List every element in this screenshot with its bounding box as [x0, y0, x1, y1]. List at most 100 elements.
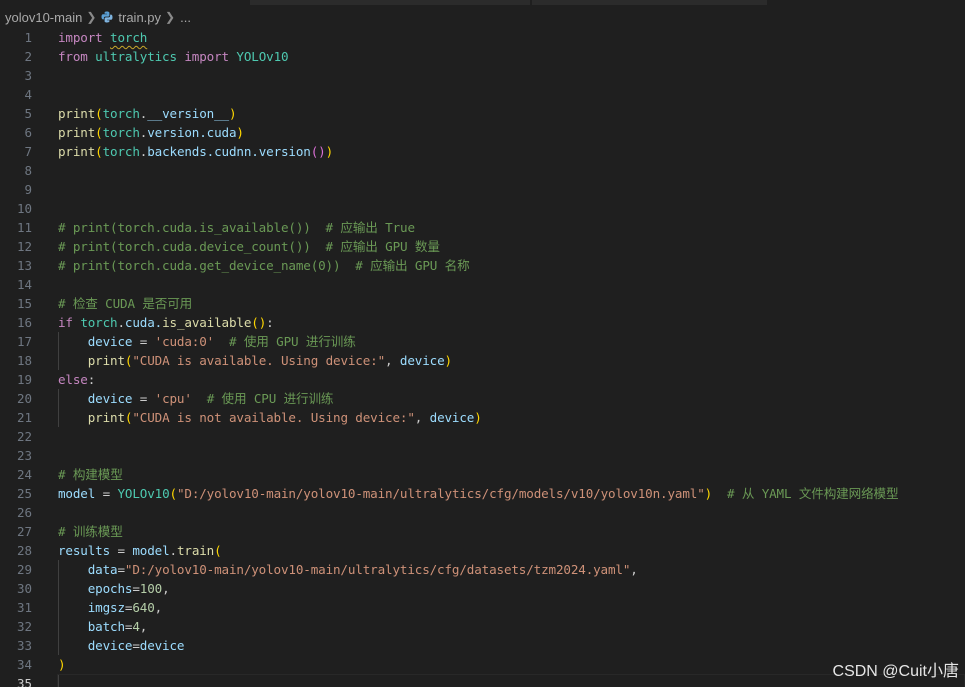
attribute: version.cuda [147, 125, 237, 140]
code-line: 6 print(torch.version.cuda) [0, 123, 965, 142]
chevron-right-icon: ❯ [86, 10, 97, 24]
number: 4 [132, 619, 140, 634]
comment: # print(torch.cuda.is_available()) # 应输出… [58, 220, 415, 235]
code-line: 33 device=device [0, 636, 965, 655]
variable-device: device [87, 391, 133, 406]
param-data: data [87, 562, 118, 577]
line-number: 27 [16, 524, 32, 539]
code-line: 31 imgsz=640, [0, 598, 965, 617]
code-line: 28 results = model.train( [0, 541, 965, 560]
chevron-right-icon: ❯ [165, 10, 176, 24]
code-line: 21 print("CUDA is not available. Using d… [0, 408, 965, 427]
function-print: print [58, 106, 96, 121]
line-number: 7 [24, 144, 32, 159]
line-number: 30 [16, 581, 32, 596]
code-line: 11 # print(torch.cuda.is_available()) # … [0, 218, 965, 237]
code-line: 22 [0, 427, 965, 446]
code-line: 26 [0, 503, 965, 522]
breadcrumb-more[interactable]: ... [180, 10, 191, 25]
line-number: 18 [16, 353, 32, 368]
line-number: 5 [24, 106, 32, 121]
comment: # 构建模型 [58, 467, 123, 482]
line-number: 15 [16, 296, 32, 311]
variable-device: device [87, 334, 133, 349]
code-line: 12 # print(torch.cuda.device_count()) # … [0, 237, 965, 256]
comment: # print(torch.cuda.device_count()) # 应输出… [58, 239, 440, 254]
attribute: cuda. [124, 315, 163, 330]
closing-paren: ) [58, 657, 66, 672]
code-line: 35 [0, 674, 965, 687]
line-number: 28 [16, 543, 32, 558]
code-line: 2 from ultralytics import YOLOv10 [0, 47, 965, 66]
tab-strip-segment [250, 0, 530, 5]
code-line: 8 [0, 161, 965, 180]
function-print: print [87, 410, 125, 425]
code-line: 32 batch=4, [0, 617, 965, 636]
param-imgsz: imgsz [87, 600, 125, 615]
line-number: 9 [24, 182, 32, 197]
line-number: 34 [16, 657, 32, 672]
code-line: 16 if torch.cuda.is_available(): [0, 313, 965, 332]
module-ultralytics: ultralytics [95, 49, 177, 64]
param-batch: batch [87, 619, 125, 634]
code-line: 24 # 构建模型 [0, 465, 965, 484]
line-number: 4 [24, 87, 32, 102]
comment: # 训练模型 [58, 524, 123, 539]
comment: # 检查 CUDA 是否可用 [58, 296, 193, 311]
comment: # 使用 GPU 进行训练 [228, 334, 356, 349]
keyword-import: import [184, 49, 229, 64]
code-line: 27 # 训练模型 [0, 522, 965, 541]
keyword-from: from [58, 49, 88, 64]
function-train: train [176, 543, 215, 558]
line-number: 3 [24, 68, 32, 83]
class-yolov10: YOLOv10 [236, 49, 289, 64]
keyword-import: import [58, 30, 103, 45]
line-number: 17 [16, 334, 32, 349]
function-print: print [58, 144, 96, 159]
breadcrumb-folder[interactable]: yolov10-main [5, 10, 82, 25]
module-torch: torch [102, 125, 140, 140]
code-line: 3 [0, 66, 965, 85]
param-device: device [87, 638, 133, 653]
variable-device: device [139, 638, 185, 653]
variable-model: model [132, 543, 170, 558]
code-line: 15 # 检查 CUDA 是否可用 [0, 294, 965, 313]
line-number: 22 [16, 429, 32, 444]
variable-device: device [399, 353, 445, 368]
comment: # 使用 CPU 进行训练 [206, 391, 334, 406]
line-number: 14 [16, 277, 32, 292]
code-line: 30 epochs=100, [0, 579, 965, 598]
class-yolov10: YOLOv10 [117, 486, 170, 501]
code-line: 9 [0, 180, 965, 199]
tab-strip [0, 0, 965, 5]
param-epochs: epochs [87, 581, 133, 596]
line-number: 13 [16, 258, 32, 273]
function-print: print [58, 125, 96, 140]
line-number: 26 [16, 505, 32, 520]
variable-model: model [58, 486, 96, 501]
code-line: 23 [0, 446, 965, 465]
code-line: 10 [0, 199, 965, 218]
keyword-if: if [58, 315, 73, 330]
line-number: 19 [16, 372, 32, 387]
module-torch: torch [110, 30, 148, 45]
code-editor[interactable]: 1 import torch 2 from ultralytics import… [0, 28, 965, 687]
line-number: 20 [16, 391, 32, 406]
line-number: 25 [16, 486, 32, 501]
module-torch: torch [80, 315, 118, 330]
string: "CUDA is available. Using device:" [132, 353, 386, 368]
module-torch: torch [102, 144, 140, 159]
line-number: 8 [24, 163, 32, 178]
function-print: print [87, 353, 125, 368]
line-number: 29 [16, 562, 32, 577]
number: 640 [132, 600, 155, 615]
comment: # print(torch.cuda.get_device_name(0)) #… [58, 258, 470, 273]
function-is-available: is_available [162, 315, 252, 330]
python-file-icon [101, 11, 113, 23]
line-number: 2 [24, 49, 32, 64]
keyword-else: else [58, 372, 88, 387]
comment: # 从 YAML 文件构建网络模型 [726, 486, 899, 501]
breadcrumb-file[interactable]: train.py [118, 10, 161, 25]
code-line: 5 print(torch.__version__) [0, 104, 965, 123]
code-line: 13 # print(torch.cuda.get_device_name(0)… [0, 256, 965, 275]
